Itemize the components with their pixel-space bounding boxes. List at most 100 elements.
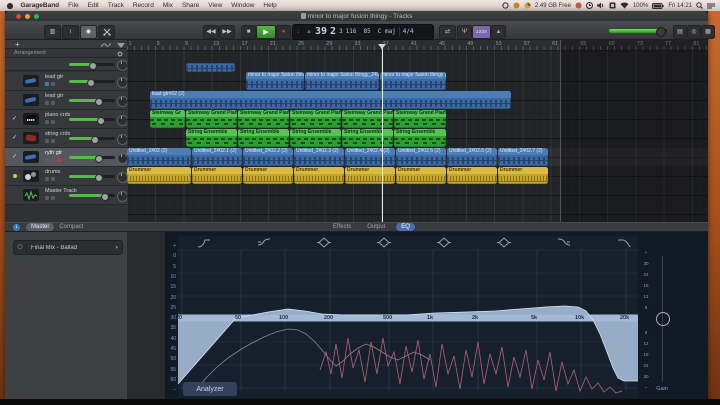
menu-item-help[interactable]: Help xyxy=(259,2,281,9)
mute-button[interactable] xyxy=(45,158,49,162)
track-volume-slider[interactable] xyxy=(69,99,115,102)
minimize-button[interactable] xyxy=(25,14,30,19)
region[interactable]: Untitled_2#02 (2) xyxy=(127,148,191,166)
record-enable-button[interactable] xyxy=(57,158,61,162)
track-volume-thumb[interactable] xyxy=(87,79,95,87)
menu-item-window[interactable]: Window xyxy=(227,2,259,9)
track-volume-thumb[interactable] xyxy=(89,62,97,70)
disk-usage-icon[interactable] xyxy=(524,2,531,9)
region[interactable]: String Ensemble xyxy=(290,129,341,147)
zoom-button[interactable] xyxy=(34,14,39,19)
track-header-lead-gtr[interactable]: lead gtr xyxy=(5,91,127,110)
menu-item-file[interactable]: File xyxy=(64,2,83,9)
rewind-button[interactable]: ◀◀ xyxy=(203,25,219,39)
analyzer-button[interactable]: Analyzer xyxy=(183,382,237,396)
apple-menu-icon[interactable] xyxy=(7,3,13,9)
channel-eq-display[interactable]: +051015202530354045505560−20501002005001… xyxy=(165,232,708,399)
track-header-string-crds[interactable]: ✓string crds xyxy=(5,129,127,148)
menu-item-garageband[interactable]: GarageBand xyxy=(16,2,64,9)
window-title-bar[interactable]: minor to major fusion thingy - Tracks xyxy=(5,11,708,21)
track-volume-thumb[interactable] xyxy=(95,174,103,182)
forward-button[interactable]: ▶▶ xyxy=(219,25,235,39)
track-enable-check[interactable]: ✓ xyxy=(12,153,17,160)
region[interactable]: String Ensemble xyxy=(186,129,237,147)
track-volume-slider[interactable] xyxy=(69,80,115,83)
tab-compact[interactable]: Compact xyxy=(54,223,88,231)
tracks-area[interactable]: minor to major fusion thinminor to major… xyxy=(127,40,708,222)
eq-band-highshelf-icon[interactable] xyxy=(557,235,571,246)
add-track-button[interactable]: + xyxy=(15,40,20,49)
solo-button[interactable] xyxy=(51,120,55,124)
tab-master[interactable]: Master xyxy=(26,223,54,231)
loop-browser-button[interactable]: ◎ xyxy=(687,25,701,39)
eq-band-bell-icon[interactable] xyxy=(317,235,331,246)
gear-icon[interactable] xyxy=(117,51,123,57)
metronome-button[interactable]: ▲ xyxy=(491,25,506,39)
region[interactable]: Drummer xyxy=(294,167,344,184)
mute-button[interactable] xyxy=(45,120,49,124)
track-header-Master-Track[interactable]: Master Track xyxy=(5,186,127,205)
wifi-icon[interactable] xyxy=(620,2,629,9)
region[interactable] xyxy=(186,63,235,72)
cycle-button[interactable]: ⇄ xyxy=(439,25,456,39)
region[interactable]: lead gtr#02 (2) xyxy=(150,91,511,109)
library-button[interactable]: ▥ xyxy=(44,25,61,39)
media-browser-button[interactable]: ▦ xyxy=(701,25,715,39)
region[interactable]: Steinway Grand Piano xyxy=(394,110,446,128)
arrangement-bar[interactable]: Arrangement xyxy=(5,49,127,58)
region[interactable]: Drummer xyxy=(345,167,395,184)
record-button[interactable]: ● xyxy=(276,25,291,39)
eq-band-bell-icon[interactable] xyxy=(497,235,511,246)
mute-button[interactable] xyxy=(45,196,49,200)
region[interactable]: Steinway Grand Piano xyxy=(186,110,237,128)
mute-button[interactable] xyxy=(45,101,49,105)
track-volume-slider[interactable] xyxy=(69,175,115,178)
region[interactable]: Untitled_2#02.4 (2) xyxy=(345,148,395,166)
mute-button[interactable] xyxy=(45,139,49,143)
eq-band-lowpass-icon[interactable] xyxy=(617,235,631,246)
tab-effects[interactable]: Effects xyxy=(328,223,356,231)
track-enable-check[interactable]: ✓ xyxy=(12,134,17,141)
track-volume-slider[interactable] xyxy=(69,137,115,140)
region[interactable]: minor to major fusion thingy_2404 (2) xyxy=(305,72,379,90)
catch-playhead-icon[interactable] xyxy=(117,43,125,48)
close-button[interactable] xyxy=(16,14,21,19)
track-volume-slider[interactable] xyxy=(69,63,115,66)
track-header-piano-crds[interactable]: ✓piano crds xyxy=(5,110,127,129)
track-volume-thumb[interactable] xyxy=(101,193,109,201)
eq-band-bell-icon[interactable] xyxy=(377,235,391,246)
notification-center-icon[interactable] xyxy=(707,3,715,9)
region[interactable]: Untitled_2#02.5 (2) xyxy=(396,148,446,166)
track-header-lead-gtr[interactable]: lead gtr xyxy=(5,72,127,91)
region[interactable]: String Ensemble xyxy=(394,129,446,147)
track-volume-slider[interactable] xyxy=(69,194,115,197)
region[interactable]: Drummer xyxy=(127,167,191,184)
region[interactable]: Steinway Grand Piano xyxy=(238,110,289,128)
tab-output[interactable]: Output xyxy=(362,223,390,231)
info-button[interactable]: i xyxy=(13,224,20,231)
region[interactable]: String Ensemble xyxy=(342,129,393,147)
eq-band-bell-icon[interactable] xyxy=(437,235,451,246)
play-button[interactable]: ▶ xyxy=(256,25,276,39)
patch-preset-selector[interactable]: ⏻ Final Mix - Ballad ▾ xyxy=(13,240,123,255)
region[interactable]: Untitled_2#02.2 (2) xyxy=(243,148,293,166)
editors-button[interactable] xyxy=(98,25,115,39)
menu-item-record[interactable]: Record xyxy=(128,2,158,9)
eq-band-highpass-icon[interactable] xyxy=(197,235,211,246)
menu-item-share[interactable]: Share xyxy=(177,2,203,9)
solo-button[interactable] xyxy=(51,139,55,143)
region[interactable]: Untitled_2#02.7 (2) xyxy=(498,148,548,166)
track-volume-slider[interactable] xyxy=(69,118,115,121)
menu-item-edit[interactable]: Edit xyxy=(83,2,103,9)
smart-controls-button[interactable]: ◉ xyxy=(80,25,97,39)
eq-band-lowshelf-icon[interactable] xyxy=(257,235,271,246)
region[interactable]: minor to major fusion thin xyxy=(246,72,304,90)
master-volume-thumb[interactable] xyxy=(656,27,666,37)
menu-item-view[interactable]: View xyxy=(204,2,227,9)
playhead-handle[interactable] xyxy=(378,44,386,49)
sync-icon[interactable] xyxy=(575,2,582,9)
mute-button[interactable] xyxy=(45,177,49,181)
lcd-display[interactable]: ♩ ▲ 39 2 3 116 85 C maj 4/4 xyxy=(292,24,434,40)
quick-help-button[interactable]: i xyxy=(62,25,79,39)
track-header-row0[interactable] xyxy=(5,58,127,71)
